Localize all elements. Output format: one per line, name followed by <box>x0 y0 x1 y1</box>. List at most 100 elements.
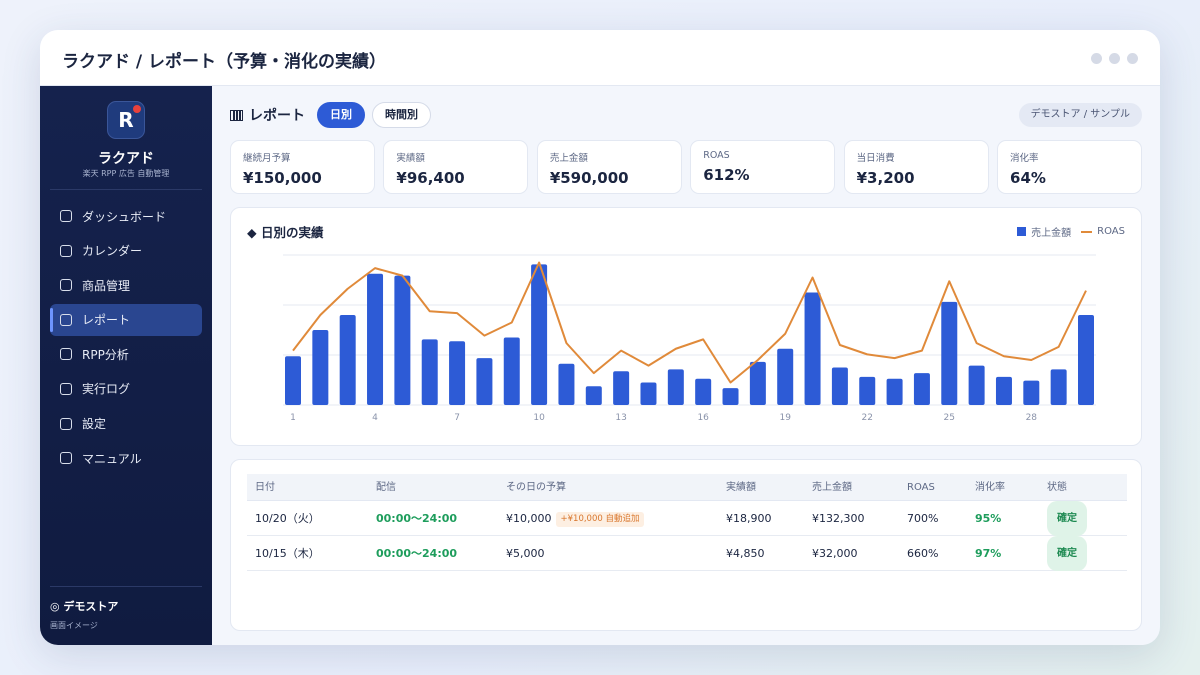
column-header: 状態 <box>1047 482 1067 493</box>
roas-cell: 660% <box>907 547 939 560</box>
chart-title: ◆ 日別の実績 <box>247 225 324 240</box>
status-badge: 確定 <box>1047 536 1087 571</box>
chart-bar <box>1023 380 1040 405</box>
chart-bar <box>1050 369 1067 405</box>
chart-bar <box>667 369 684 405</box>
kpi-value: ¥3,200 <box>856 169 915 187</box>
roas-cell: 700% <box>907 512 939 525</box>
chart-bar <box>394 275 411 405</box>
chart-bar <box>476 358 493 405</box>
window-dot-icon[interactable] <box>1091 53 1102 64</box>
chart-legend: 売上金額 ROAS <box>1017 224 1125 239</box>
budget-cell: ¥10,000 +¥10,000 自動追加 <box>506 501 645 536</box>
status-cell: 確定 <box>1047 536 1087 571</box>
sidebar-divider <box>50 586 202 587</box>
window-dot-icon[interactable] <box>1109 53 1120 64</box>
sidebar-item-report[interactable]: レポート <box>50 303 202 336</box>
chart-bar <box>312 330 329 405</box>
kpi-label: 消化率 <box>1010 153 1039 164</box>
rate-cell: 97% <box>975 547 1002 560</box>
budget-value: ¥10,000 <box>506 512 552 525</box>
table-row[interactable]: 10/15（木） 00:00〜24:00 ¥5,000 ¥4,850 ¥32,0… <box>247 536 1127 571</box>
chart-bar <box>558 363 575 405</box>
sidebar-item-settings[interactable]: 設定 <box>50 408 202 440</box>
delivery-cell: 00:00〜24:00 <box>376 547 458 560</box>
sidebar-item-rpp-analysis[interactable]: RPP分析 <box>50 338 202 370</box>
date-cell: 10/20（火） <box>255 512 320 525</box>
sidebar-item-label: レポート <box>82 313 131 328</box>
kpi-label: 当日消費 <box>856 153 895 164</box>
kpi-card: ROAS 612% <box>690 140 836 194</box>
chart-bar <box>831 367 848 405</box>
checkbox-icon <box>60 244 72 257</box>
table-row[interactable]: 10/20（火） 00:00〜24:00 ¥10,000 +¥10,000 自動追… <box>247 501 1127 536</box>
sidebar-item-label: マニュアル <box>82 451 142 466</box>
column-header: 売上金額 <box>812 482 852 493</box>
column-header: 消化率 <box>975 482 1005 493</box>
sidebar-item-products[interactable]: 商品管理 <box>50 269 202 301</box>
logo-letter: R <box>118 108 134 132</box>
sales-cell: ¥32,000 <box>812 547 858 560</box>
checkbox-icon <box>60 382 72 395</box>
x-tick-label: 4 <box>372 413 378 423</box>
x-tick-label: 10 <box>533 413 545 423</box>
brand-subtitle: 楽天 RPP 広告 自動管理 <box>82 169 170 178</box>
sidebar-divider <box>50 189 202 190</box>
sidebar-item-label: 実行ログ <box>82 382 131 397</box>
x-tick-label: 19 <box>779 413 791 423</box>
tab-hourly[interactable]: 時間別 <box>372 102 431 128</box>
legend-label: 売上金額 <box>1031 228 1072 239</box>
kpi-card: 消化率 64% <box>997 140 1143 194</box>
column-header: その日の予算 <box>506 482 566 493</box>
sidebar-item-label: 設定 <box>82 417 107 432</box>
chart-bar <box>968 365 985 405</box>
brand-name: ラクアド <box>98 151 154 167</box>
column-header: 実績額 <box>726 482 756 493</box>
window-dot-icon[interactable] <box>1127 53 1138 64</box>
chart-bar <box>913 373 930 405</box>
daily-chart: 1 4 7 10 13 16 19 22 25 28 <box>283 254 1096 423</box>
kpi-value: 612% <box>703 166 750 184</box>
chart-bar <box>695 378 712 405</box>
chart-bar <box>531 264 548 405</box>
chart-bar <box>749 361 766 405</box>
table-header: 日付 配信 その日の予算 実績額 売上金額 ROAS 消化率 状態 <box>247 474 1127 501</box>
logo-dot-icon <box>133 105 141 113</box>
chart-bar <box>941 301 958 405</box>
sidebar-item-manual[interactable]: マニュアル <box>50 442 202 474</box>
rate-cell: 95% <box>975 512 1002 525</box>
chart-bar <box>613 371 630 405</box>
chart-bar <box>585 386 602 405</box>
sidebar-item-label: ダッシュボード <box>82 209 167 224</box>
window-controls <box>1091 53 1138 64</box>
kpi-cards: 継続月予算 ¥150,000 実績額 ¥96,400 売上金額 ¥590,000… <box>230 140 1143 194</box>
page-title: レポート <box>230 105 305 125</box>
x-tick-label: 13 <box>615 413 626 423</box>
column-header: 配信 <box>376 482 396 493</box>
checkbox-icon <box>60 279 72 292</box>
sales-cell: ¥132,300 <box>812 512 865 525</box>
actual-cell: ¥4,850 <box>726 547 765 560</box>
tab-daily[interactable]: 日別 <box>317 102 365 128</box>
kpi-card: 実績額 ¥96,400 <box>383 140 529 194</box>
sidebar-item-label: RPP分析 <box>82 347 129 362</box>
chart-bar <box>804 292 821 405</box>
kpi-label: ROAS <box>703 150 730 161</box>
kpi-label: 継続月予算 <box>243 153 291 164</box>
kpi-value: ¥96,400 <box>396 169 465 187</box>
chart-bar <box>722 388 739 405</box>
store-selector[interactable]: デモストア / サンプル <box>1018 103 1142 127</box>
chart-bar <box>421 339 438 405</box>
chart-line-roas <box>292 261 1087 384</box>
sidebar-item-calendar[interactable]: カレンダー <box>50 235 202 267</box>
sidebar-item-execution-log[interactable]: 実行ログ <box>50 373 202 405</box>
sidebar-item-label: 商品管理 <box>82 278 131 293</box>
checkbox-icon <box>60 210 72 222</box>
sidebar-item-label: カレンダー <box>82 244 143 259</box>
budget-cell: ¥5,000 <box>506 547 545 560</box>
app-window: ラクアド / レポート（予算・消化の実績） R ラクアド 楽天 RPP 広告 自… <box>40 30 1160 645</box>
legend-bar-swatch <box>1017 227 1027 236</box>
sidebar-item-dashboard[interactable]: ダッシュボード <box>50 200 202 232</box>
checkbox-icon <box>60 452 72 465</box>
kpi-value: ¥590,000 <box>549 169 629 187</box>
